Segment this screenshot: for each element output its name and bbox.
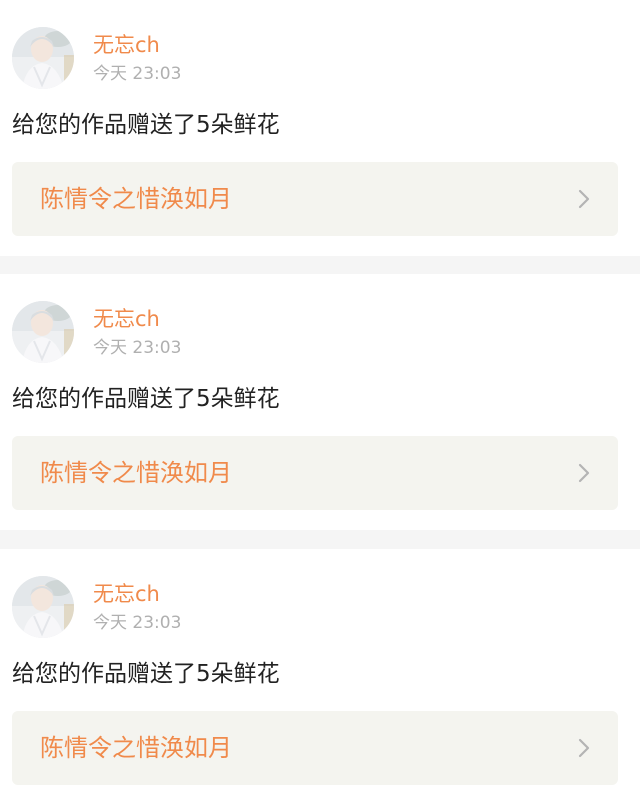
work-title: 陈情令之惜涣如月 (40, 185, 232, 213)
timestamp: 今天 23:03 (93, 613, 182, 633)
user-avatar[interactable] (12, 27, 74, 89)
notification-card: 无忘ch 今天 23:03 给您的作品赠送了5朵鲜花 陈情令之惜涣如月 (0, 549, 640, 785)
chevron-right-icon (578, 189, 590, 209)
work-title: 陈情令之惜涣如月 (40, 734, 232, 762)
notification-card: 无忘ch 今天 23:03 给您的作品赠送了5朵鲜花 陈情令之惜涣如月 (0, 0, 640, 256)
chevron-right-icon (578, 463, 590, 483)
notification-message: 给您的作品赠送了5朵鲜花 (12, 661, 280, 687)
work-title: 陈情令之惜涣如月 (40, 459, 232, 487)
work-link-button[interactable]: 陈情令之惜涣如月 (12, 711, 618, 785)
notification-feed: 无忘ch 今天 23:03 给您的作品赠送了5朵鲜花 陈情令之惜涣如月 无忘ch (0, 0, 640, 785)
user-avatar[interactable] (12, 576, 74, 638)
notification-message: 给您的作品赠送了5朵鲜花 (12, 112, 280, 138)
notification-card: 无忘ch 今天 23:03 给您的作品赠送了5朵鲜花 陈情令之惜涣如月 (0, 274, 640, 530)
chevron-right-icon (578, 738, 590, 758)
timestamp: 今天 23:03 (93, 338, 182, 358)
work-link-button[interactable]: 陈情令之惜涣如月 (12, 436, 618, 510)
notification-message: 给您的作品赠送了5朵鲜花 (12, 386, 280, 412)
username[interactable]: 无忘ch (93, 580, 160, 608)
work-link-button[interactable]: 陈情令之惜涣如月 (12, 162, 618, 236)
timestamp: 今天 23:03 (93, 64, 182, 84)
user-avatar[interactable] (12, 301, 74, 363)
username[interactable]: 无忘ch (93, 31, 160, 59)
username[interactable]: 无忘ch (93, 305, 160, 333)
